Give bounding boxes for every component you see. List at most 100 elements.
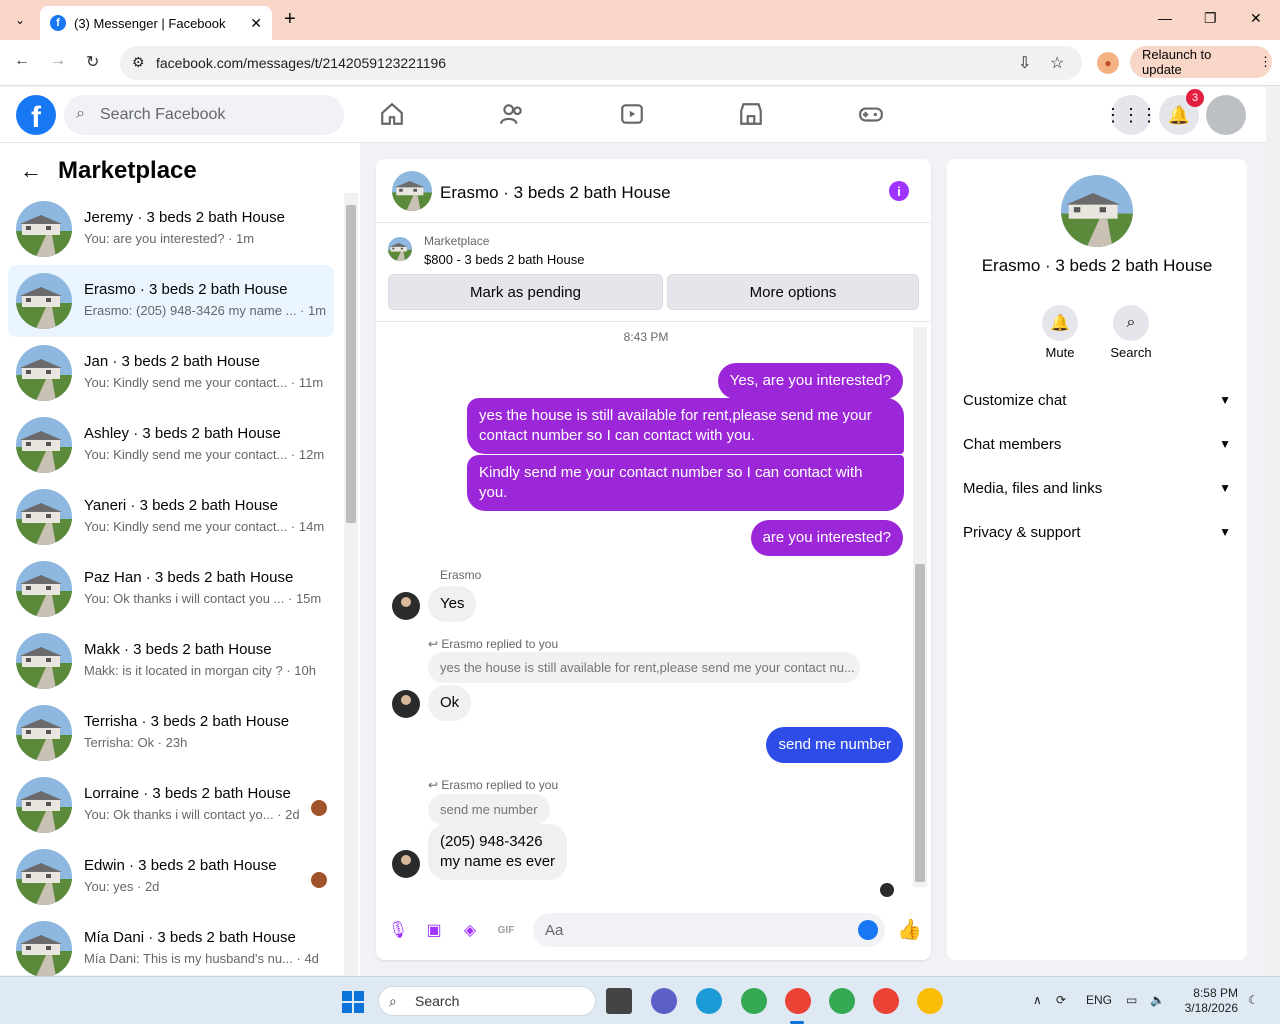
customize-chat-row[interactable]: Customize chat ▼ — [963, 380, 1231, 420]
browser-tab[interactable]: f (3) Messenger | Facebook ✕ — [40, 6, 272, 40]
taskbar-search[interactable]: ⌕ Search — [378, 986, 596, 1016]
network-icon[interactable]: ▭ — [1126, 993, 1137, 1007]
language-indicator[interactable]: ENG — [1086, 993, 1112, 1007]
chevron-down-icon: ▼ — [1219, 481, 1231, 495]
tray-chevron-up-icon[interactable]: ∧ — [1033, 993, 1042, 1007]
facebook-search-input[interactable]: ⌕ Search Facebook — [64, 95, 344, 135]
chrome-icon[interactable] — [785, 988, 811, 1014]
facebook-logo-icon[interactable]: f — [16, 95, 56, 135]
search-label[interactable]: Search — [1101, 345, 1161, 360]
search-icon[interactable]: ⌕ — [1113, 305, 1149, 341]
incoming-message[interactable]: Ok — [428, 685, 472, 721]
sidebar-scrollbar-thumb[interactable] — [346, 205, 356, 523]
site-info-icon[interactable]: ⚙ — [132, 54, 145, 71]
windows-start-icon[interactable] — [342, 991, 364, 1013]
conversation-item[interactable]: Makk · 3 beds 2 bath House Makk: is it lo… — [8, 625, 334, 697]
chat-members-row[interactable]: Chat members ▼ — [963, 424, 1231, 464]
incoming-message[interactable]: (205) 948-3426 my name es ever — [428, 824, 568, 880]
edge-icon[interactable] — [696, 988, 722, 1014]
reload-icon[interactable]: ↻ — [86, 52, 99, 72]
back-arrow-icon[interactable]: ← — [14, 52, 30, 70]
chat-scrollbar-thumb[interactable] — [915, 564, 925, 882]
file-explorer-icon[interactable] — [606, 988, 632, 1014]
chrome-icon[interactable] — [829, 988, 855, 1014]
account-avatar[interactable] — [1206, 95, 1246, 135]
incoming-message[interactable]: Yes — [428, 586, 477, 622]
outgoing-message[interactable]: send me number — [766, 727, 903, 763]
replied-message-preview[interactable]: yes the house is still available for ren… — [428, 652, 860, 683]
conversation-item[interactable]: Edwin · 3 beds 2 bath House You: yes · 2d — [8, 841, 334, 913]
sync-icon[interactable]: ⟳ — [1056, 993, 1066, 1007]
more-options-button[interactable]: More options — [667, 274, 919, 310]
outgoing-message[interactable]: Kindly send me your contact number so I … — [467, 455, 904, 511]
minimize-icon[interactable]: — — [1158, 10, 1172, 26]
forward-arrow-icon[interactable]: → — [50, 52, 66, 70]
tab-search-chevron-icon[interactable]: ⌄ — [8, 8, 32, 32]
thumbs-up-icon[interactable]: 👍 — [897, 917, 922, 941]
conversation-item[interactable]: Jan · 3 beds 2 bath House You: Kindly sen… — [8, 337, 334, 409]
chrome-icon[interactable] — [741, 988, 767, 1014]
conversation-item[interactable]: Lorraine · 3 beds 2 bath House You: Ok th… — [8, 769, 334, 841]
window-close-icon[interactable]: ✕ — [1250, 10, 1262, 27]
outgoing-message[interactable]: yes the house is still available for ren… — [467, 398, 904, 454]
chat-title[interactable]: Erasmo · 3 beds 2 bath House — [440, 183, 671, 203]
relaunch-button[interactable]: Relaunch to update ⋮ — [1130, 46, 1272, 78]
url-field[interactable]: ⚙ facebook.com/messages/t/21420591232211… — [120, 46, 1082, 80]
gif-icon[interactable]: GIF — [496, 920, 516, 940]
info-icon[interactable]: i — [889, 181, 909, 201]
contact-avatar[interactable] — [392, 690, 420, 718]
contact-avatar[interactable] — [392, 592, 420, 620]
notification-moon-icon[interactable]: ☾ — [1248, 993, 1259, 1007]
outgoing-message[interactable]: are you interested? — [750, 520, 903, 556]
conversation-name: Yaneri · 3 beds 2 bath House — [84, 497, 279, 514]
sticker-icon[interactable]: ◈ — [460, 920, 480, 940]
new-tab-icon[interactable]: + — [284, 8, 296, 31]
friends-icon[interactable] — [499, 101, 525, 127]
chrome-icon[interactable] — [873, 988, 899, 1014]
listing-title[interactable]: $800 - 3 beds 2 bath House — [424, 252, 584, 267]
conversation-item[interactable]: Paz Han · 3 beds 2 bath House You: Ok tha… — [8, 553, 334, 625]
mute-label[interactable]: Mute — [1030, 345, 1090, 360]
replied-message-preview[interactable]: send me number — [428, 794, 550, 825]
conversation-item[interactable]: Terrisha · 3 beds 2 bath House Terrisha: … — [8, 697, 334, 769]
marketplace-label: Marketplace — [424, 234, 490, 248]
tab-close-icon[interactable]: ✕ — [250, 15, 262, 32]
teams-icon[interactable] — [651, 988, 677, 1014]
media-files-links-row[interactable]: Media, files and links ▼ — [963, 468, 1231, 508]
taskbar-clock[interactable]: 8:58 PM 3/18/2026 — [1178, 986, 1238, 1016]
back-arrow-icon[interactable]: ← — [20, 158, 42, 184]
photo-icon[interactable]: ▣ — [424, 920, 444, 940]
address-bar: ← → ↻ ⚙ facebook.com/messages/t/21420591… — [0, 40, 1280, 86]
video-icon[interactable] — [619, 101, 645, 127]
mute-bell-icon[interactable]: 🔔 — [1042, 305, 1078, 341]
page-scrollbar[interactable] — [1266, 87, 1280, 975]
microphone-icon[interactable]: 🎙 — [388, 920, 408, 940]
conversation-item[interactable]: Mía Dani · 3 beds 2 bath House Mía Dani: … — [8, 913, 334, 985]
privacy-support-row[interactable]: Privacy & support ▼ — [963, 512, 1231, 552]
mark-as-pending-button[interactable]: Mark as pending — [388, 274, 663, 310]
emoji-icon[interactable] — [858, 920, 878, 940]
conversation-item[interactable]: Erasmo · 3 beds 2 bath House Erasmo: (205… — [8, 265, 334, 337]
menu-grid-icon[interactable]: ⋮⋮⋮ — [1104, 95, 1158, 135]
marketplace-icon[interactable] — [738, 101, 764, 127]
listing-photo[interactable] — [1061, 175, 1133, 247]
conversation-name: Terrisha · 3 beds 2 bath House — [84, 713, 290, 730]
home-icon[interactable] — [379, 101, 405, 127]
chrome-icon[interactable] — [917, 988, 943, 1014]
gaming-icon[interactable] — [858, 101, 884, 127]
install-app-icon[interactable]: ⇩ — [1018, 53, 1031, 73]
reply-arrow-icon: ↩ — [428, 778, 442, 792]
message-input[interactable]: Aa — [533, 913, 885, 947]
chat-listing-thumbnail[interactable] — [392, 171, 432, 211]
listing-thumbnail[interactable] — [388, 237, 412, 261]
conversation-item[interactable]: Ashley · 3 beds 2 bath House You: Kindly … — [8, 409, 334, 481]
volume-icon[interactable]: 🔈 — [1150, 993, 1165, 1007]
more-menu-icon[interactable]: ⋮ — [1259, 54, 1272, 70]
browser-profile-avatar[interactable]: ● — [1097, 52, 1119, 74]
maximize-icon[interactable]: ❐ — [1204, 10, 1217, 27]
conversation-item[interactable]: Yaneri · 3 beds 2 bath House You: Kindly … — [8, 481, 334, 553]
conversation-item[interactable]: Jeremy · 3 beds 2 bath House You: are you… — [8, 193, 334, 265]
bookmark-star-icon[interactable]: ☆ — [1050, 53, 1064, 73]
contact-avatar[interactable] — [392, 850, 420, 878]
outgoing-message[interactable]: Yes, are you interested? — [717, 363, 903, 399]
